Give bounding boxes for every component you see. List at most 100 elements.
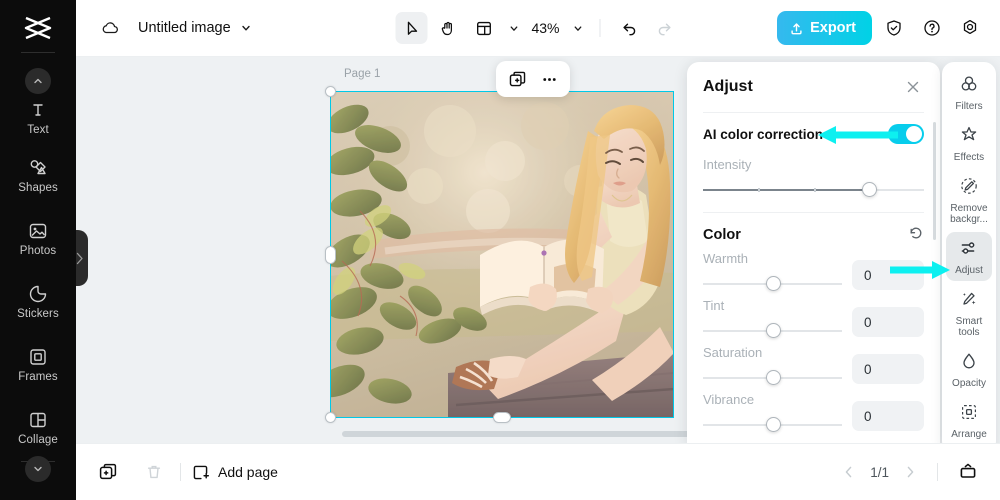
sidebar-item-photos[interactable]: Photos: [0, 207, 76, 270]
ellipsis-icon[interactable]: [534, 65, 564, 93]
vibrance-slider[interactable]: [703, 413, 842, 437]
right-rail-item-label: Arrange: [951, 429, 987, 440]
document-title[interactable]: Untitled image: [138, 20, 231, 36]
sidebar-item-shapes[interactable]: Shapes: [0, 144, 76, 207]
saturation-slider[interactable]: [703, 366, 842, 390]
warmth-slider-knob[interactable]: [765, 276, 781, 291]
slider-tick: [758, 188, 761, 192]
vibrance-value[interactable]: 0: [852, 401, 924, 431]
chevron-right-icon[interactable]: [897, 459, 923, 485]
right-rail-item-effects[interactable]: Effects: [946, 119, 992, 168]
intensity-slider[interactable]: [703, 178, 924, 202]
ai-color-correction-toggle[interactable]: [888, 124, 924, 144]
photo-icon: [27, 220, 49, 242]
gear-icon[interactable]: [954, 12, 986, 44]
right-rail-item-opacity[interactable]: Opacity: [946, 345, 992, 394]
frame-icon: [27, 346, 49, 368]
select-tool-button[interactable]: [395, 12, 428, 44]
vibrance-control: Vibrance 0: [703, 390, 924, 437]
shapes-icon: [27, 157, 49, 179]
opacity-drop-icon: [959, 351, 979, 376]
sidebar-item-label: Collage: [18, 434, 58, 446]
adjust-panel-body: AI color correction Intensity Color Warm…: [687, 113, 940, 437]
right-rail-item-label: Adjust: [955, 265, 983, 276]
right-rail-item-filters[interactable]: Filters: [946, 68, 992, 117]
zoom-caret-button[interactable]: [568, 12, 588, 44]
duplicate-page-icon[interactable]: [92, 456, 124, 488]
question-circle-icon[interactable]: [916, 12, 948, 44]
sidebar-item-frames[interactable]: Frames: [0, 333, 76, 396]
bottom-divider: [180, 463, 181, 481]
page-count-label: 1/1: [870, 464, 889, 480]
warmth-slider[interactable]: [703, 272, 842, 296]
ai-color-correction-row: AI color correction: [703, 113, 924, 155]
layout-tool-button[interactable]: [467, 12, 499, 44]
adjust-panel-scrollbar[interactable]: [933, 122, 936, 240]
add-page-button[interactable]: Add page: [191, 463, 278, 482]
page-label: Page 1: [344, 68, 381, 80]
tint-value[interactable]: 0: [852, 307, 924, 337]
filters-icon: [959, 74, 979, 99]
effects-icon: [959, 125, 979, 150]
redo-button[interactable]: [649, 12, 681, 44]
reset-icon[interactable]: [908, 225, 924, 246]
cloud-icon[interactable]: [94, 12, 126, 44]
undo-button[interactable]: [613, 12, 645, 44]
sidebar-scroll-down-button[interactable]: [25, 456, 51, 482]
remove-background-icon: [959, 176, 979, 201]
sidebar-scroll-up-button[interactable]: [25, 68, 51, 94]
right-rail-item-arrange[interactable]: Arrange: [946, 396, 992, 445]
sticker-icon: [27, 283, 49, 305]
text-icon: [27, 99, 49, 121]
color-section-title: Color: [703, 227, 741, 243]
sidebar-item-label: Shapes: [18, 182, 58, 194]
right-rail-item-smart-tools[interactable]: Smart tools: [946, 283, 992, 343]
sidebar-item-collage[interactable]: Collage: [0, 396, 76, 459]
right-rail-item-adjust[interactable]: Adjust: [946, 232, 992, 281]
sidebar-item-label: Photos: [19, 245, 57, 257]
add-page-icon: [191, 463, 210, 482]
toolbar-divider: [599, 19, 601, 37]
intensity-slider-knob[interactable]: [861, 182, 877, 197]
sidebar-item-stickers[interactable]: Stickers: [0, 270, 76, 333]
fit-screen-icon[interactable]: [952, 456, 984, 488]
tint-slider[interactable]: [703, 319, 842, 343]
panel-divider: [703, 212, 924, 213]
right-rail-item-label: Effects: [953, 152, 985, 163]
right-tool-rail: Filters Effects Remove backgr... Adjust: [942, 62, 996, 453]
warmth-control: Warmth 0: [703, 249, 924, 296]
export-button[interactable]: Export: [777, 11, 872, 45]
warmth-value[interactable]: 0: [852, 260, 924, 290]
chevron-down-icon[interactable]: [239, 21, 253, 35]
chevron-left-icon[interactable]: [836, 459, 862, 485]
tint-label: Tint: [703, 298, 725, 313]
capcut-image-editor: Text Shapes Photos Stickers Frames Colla…: [0, 0, 1000, 500]
vibrance-label: Vibrance: [703, 392, 755, 407]
artboard[interactable]: [330, 91, 674, 418]
adjust-panel-header: Adjust: [687, 62, 940, 112]
selection-float-toolbar: [496, 61, 570, 97]
tint-control: Tint 0: [703, 296, 924, 343]
collage-icon: [27, 409, 49, 431]
sidebar-item-label: Stickers: [17, 308, 59, 320]
hand-tool-button[interactable]: [431, 12, 463, 44]
tint-slider-knob[interactable]: [765, 323, 781, 338]
ai-color-correction-label: AI color correction: [703, 126, 824, 142]
delete-page-button[interactable]: [138, 456, 170, 488]
capcut-logo-icon[interactable]: [18, 12, 58, 44]
saturation-value[interactable]: 0: [852, 354, 924, 384]
upload-icon: [789, 21, 804, 36]
adjust-sliders-icon: [959, 238, 979, 263]
right-rail-item-remove-background[interactable]: Remove backgr...: [946, 170, 992, 230]
canvas-tools-group: 43%: [395, 12, 680, 44]
shield-icon[interactable]: [878, 12, 910, 44]
right-rail-item-label: Smart tools: [955, 316, 983, 338]
saturation-slider-knob[interactable]: [765, 370, 781, 385]
close-icon[interactable]: [902, 76, 924, 98]
duplicate-icon[interactable]: [502, 65, 532, 93]
toggle-knob: [906, 126, 922, 142]
vibrance-slider-knob[interactable]: [765, 417, 781, 432]
zoom-level-value[interactable]: 43%: [527, 20, 563, 36]
arrange-icon: [959, 402, 979, 427]
layout-caret-button[interactable]: [503, 12, 523, 44]
